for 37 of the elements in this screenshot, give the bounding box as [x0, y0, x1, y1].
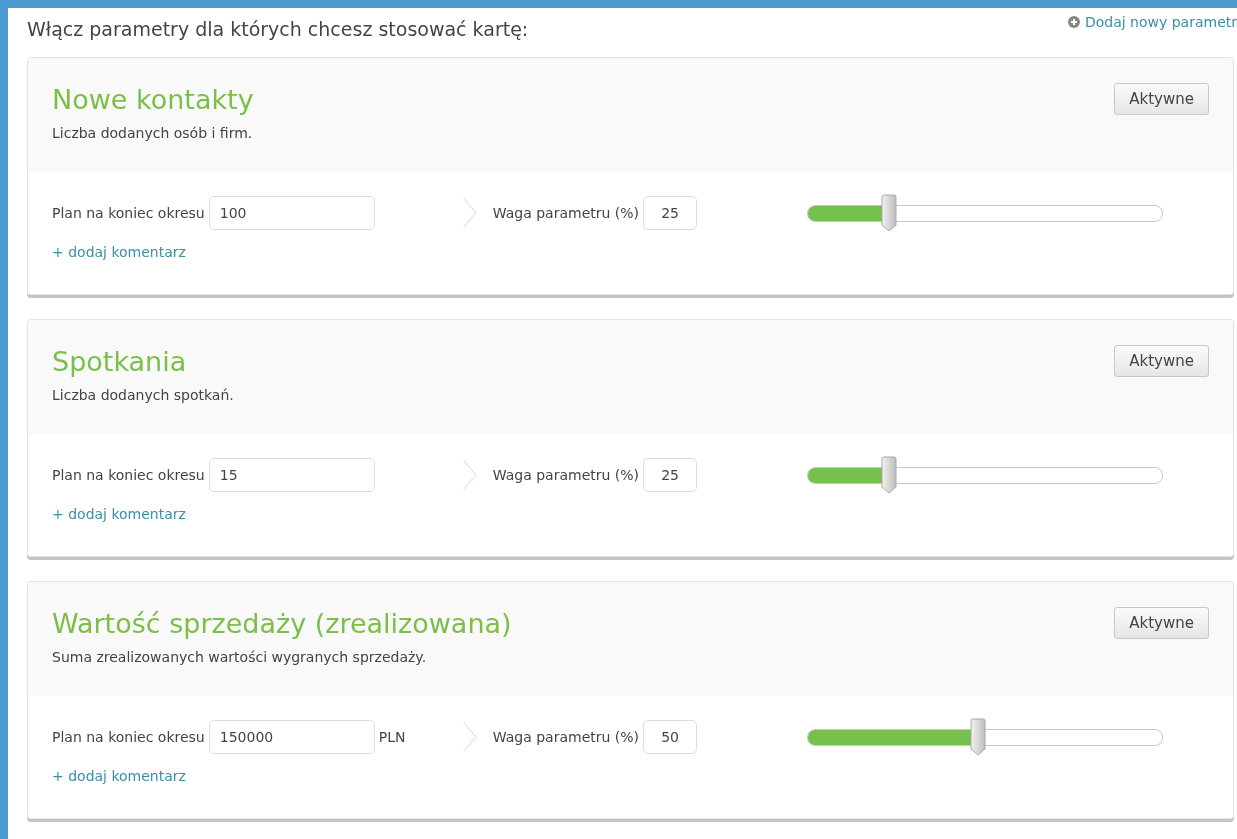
parameter-description: Liczba dodanych osób i firm.: [52, 125, 254, 141]
parameter-title: Wartość sprzedaży (zrealizowana): [52, 608, 512, 639]
weight-field[interactable]: 50: [643, 720, 698, 754]
weight-slider[interactable]: [807, 194, 1164, 232]
plan-field[interactable]: 150000: [208, 720, 375, 754]
add-parameter-link[interactable]: Dodaj nowy parametr: [1067, 14, 1237, 30]
plan-field[interactable]: 15: [208, 458, 375, 492]
add-comment-link[interactable]: + dodaj komentarz: [52, 768, 186, 784]
weight-label: Waga parametru (%): [492, 467, 640, 483]
slider-handle[interactable]: [880, 456, 897, 494]
add-comment-link[interactable]: + dodaj komentarz: [52, 244, 186, 260]
weight-field[interactable]: 25: [643, 458, 698, 492]
slider-handle[interactable]: [880, 194, 897, 232]
active-button[interactable]: Aktywne: [1114, 83, 1209, 115]
chevron-icon: [461, 720, 478, 754]
parameter-title: Nowe kontakty: [52, 84, 254, 115]
active-button[interactable]: Aktywne: [1114, 607, 1209, 639]
parameter-description: Suma zrealizowanych wartości wygranych sprzedaży.: [52, 649, 428, 665]
weight-label: Waga parametru (%): [492, 729, 640, 745]
weight-field[interactable]: 25: [643, 196, 698, 230]
plan-label: Plan na koniec okresu: [52, 729, 205, 745]
plan-label: Plan na koniec okresu: [52, 205, 205, 221]
plan-label: Plan na koniec okresu: [52, 467, 205, 483]
page-heading: Włącz parametry dla których chcesz stosować kartę:: [27, 18, 529, 40]
add-comment-link[interactable]: + dodaj komentarz: [52, 506, 186, 522]
weight-slider[interactable]: [807, 456, 1164, 494]
plus-circle-icon: [1067, 16, 1080, 28]
chevron-icon: [461, 196, 478, 230]
slider-handle[interactable]: [969, 718, 986, 756]
plan-field[interactable]: 100: [208, 196, 375, 230]
parameter-title: Spotkania: [52, 346, 188, 377]
weight-slider[interactable]: [807, 718, 1164, 756]
unit-label: PLN: [378, 729, 407, 745]
parameter-description: Liczba dodanych spotkań.: [52, 387, 234, 403]
chevron-icon: [461, 458, 478, 492]
active-button[interactable]: Aktywne: [1114, 345, 1209, 377]
weight-label: Waga parametru (%): [492, 205, 640, 221]
